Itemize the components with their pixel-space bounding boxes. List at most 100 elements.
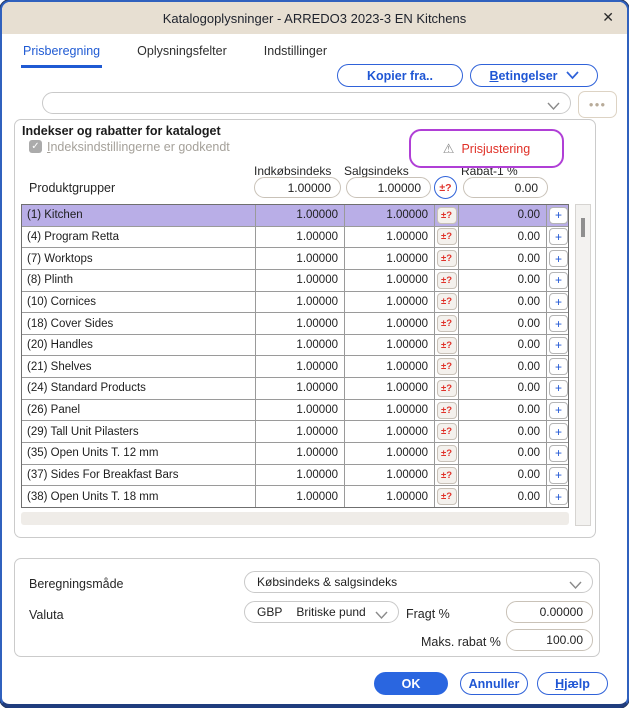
row-rabat[interactable]: 0.00 (459, 270, 547, 291)
row-rabat[interactable]: 0.00 (459, 486, 547, 507)
row-rabat[interactable]: 0.00 (459, 248, 547, 269)
row-rabat[interactable]: 0.00 (459, 313, 547, 334)
table-row[interactable]: (29) Tall Unit Pilasters 1.00000 1.00000… (22, 421, 568, 443)
row-sales-index[interactable]: 1.00000 (345, 400, 435, 421)
row-plus-minus-button[interactable]: ±? (437, 228, 457, 245)
row-sales-index[interactable]: 1.00000 (345, 486, 435, 507)
table-row[interactable]: (1) Kitchen 1.00000 1.00000 ±? 0.00 + (22, 205, 568, 227)
row-add-button[interactable]: + (549, 445, 568, 462)
row-plus-minus-button[interactable]: ±? (437, 272, 457, 289)
ok-button[interactable]: OK (374, 672, 448, 695)
row-purchase-index[interactable]: 1.00000 (256, 421, 345, 442)
table-row[interactable]: (24) Standard Products 1.00000 1.00000 ±… (22, 378, 568, 400)
row-sales-index[interactable]: 1.00000 (345, 205, 435, 226)
row-sales-index[interactable]: 1.00000 (345, 421, 435, 442)
approved-checkbox[interactable]: ✓ (29, 140, 42, 153)
row-rabat[interactable]: 0.00 (459, 356, 547, 377)
row-plus-minus-button[interactable]: ±? (437, 293, 457, 310)
row-plus-minus-button[interactable]: ±? (437, 423, 457, 440)
row-rabat[interactable]: 0.00 (459, 205, 547, 226)
table-row[interactable]: (37) Sides For Breakfast Bars 1.00000 1.… (22, 465, 568, 487)
row-sales-index[interactable]: 1.00000 (345, 335, 435, 356)
horizontal-scrollbar[interactable] (21, 512, 569, 525)
tab-prisberegning[interactable]: Prisberegning (21, 44, 102, 68)
row-purchase-index[interactable]: 1.00000 (256, 378, 345, 399)
row-sales-index[interactable]: 1.00000 (345, 270, 435, 291)
group-plus-minus-button[interactable]: ±? (434, 176, 457, 199)
group-rabat-input[interactable]: 0.00 (463, 177, 548, 198)
row-add-button[interactable]: + (549, 358, 568, 375)
group-purchase-index-input[interactable]: 1.00000 (254, 177, 341, 198)
row-sales-index[interactable]: 1.00000 (345, 465, 435, 486)
row-purchase-index[interactable]: 1.00000 (256, 486, 345, 507)
row-rabat[interactable]: 0.00 (459, 465, 547, 486)
tab-indstillinger[interactable]: Indstillinger (262, 44, 329, 68)
row-sales-index[interactable]: 1.00000 (345, 227, 435, 248)
row-purchase-index[interactable]: 1.00000 (256, 313, 345, 334)
row-rabat[interactable]: 0.00 (459, 443, 547, 464)
row-purchase-index[interactable]: 1.00000 (256, 443, 345, 464)
row-plus-minus-button[interactable]: ±? (437, 402, 457, 419)
row-purchase-index[interactable]: 1.00000 (256, 270, 345, 291)
table-row[interactable]: (18) Cover Sides 1.00000 1.00000 ±? 0.00… (22, 313, 568, 335)
row-rabat[interactable]: 0.00 (459, 400, 547, 421)
currency-select[interactable]: GBP Britiske pund (244, 601, 399, 623)
row-add-button[interactable]: + (549, 293, 568, 310)
catalog-select[interactable] (42, 92, 571, 114)
row-plus-minus-button[interactable]: ±? (437, 315, 457, 332)
scrollbar-thumb[interactable] (581, 218, 585, 237)
row-rabat[interactable]: 0.00 (459, 292, 547, 313)
table-row[interactable]: (21) Shelves 1.00000 1.00000 ±? 0.00 + (22, 356, 568, 378)
row-add-button[interactable]: + (549, 488, 568, 505)
table-row[interactable]: (35) Open Units T. 12 mm 1.00000 1.00000… (22, 443, 568, 465)
freight-input[interactable]: 0.00000 (506, 601, 593, 623)
row-purchase-index[interactable]: 1.00000 (256, 335, 345, 356)
row-purchase-index[interactable]: 1.00000 (256, 227, 345, 248)
row-plus-minus-button[interactable]: ±? (437, 488, 457, 505)
table-row[interactable]: (20) Handles 1.00000 1.00000 ±? 0.00 + (22, 335, 568, 357)
row-plus-minus-button[interactable]: ±? (437, 337, 457, 354)
row-purchase-index[interactable]: 1.00000 (256, 248, 345, 269)
table-row[interactable]: (7) Worktops 1.00000 1.00000 ±? 0.00 + (22, 248, 568, 270)
close-icon[interactable]: ✕ (602, 9, 614, 25)
table-row[interactable]: (4) Program Retta 1.00000 1.00000 ±? 0.0… (22, 227, 568, 249)
row-purchase-index[interactable]: 1.00000 (256, 205, 345, 226)
row-plus-minus-button[interactable]: ±? (437, 250, 457, 267)
row-sales-index[interactable]: 1.00000 (345, 313, 435, 334)
table-row[interactable]: (38) Open Units T. 18 mm 1.00000 1.00000… (22, 486, 568, 507)
cancel-button[interactable]: Annuller (460, 672, 528, 695)
row-plus-minus-button[interactable]: ±? (437, 207, 457, 224)
row-sales-index[interactable]: 1.00000 (345, 292, 435, 313)
row-plus-minus-button[interactable]: ±? (437, 445, 457, 462)
row-rabat[interactable]: 0.00 (459, 335, 547, 356)
table-row[interactable]: (10) Cornices 1.00000 1.00000 ±? 0.00 + (22, 292, 568, 314)
row-plus-minus-button[interactable]: ±? (437, 380, 457, 397)
row-rabat[interactable]: 0.00 (459, 227, 547, 248)
tab-oplysningsfelter[interactable]: Oplysningsfelter (135, 44, 229, 68)
row-add-button[interactable]: + (549, 467, 568, 484)
conditions-button[interactable]: Betingelser (470, 64, 598, 87)
row-plus-minus-button[interactable]: ±? (437, 358, 457, 375)
help-button[interactable]: Hjælp (537, 672, 608, 695)
row-purchase-index[interactable]: 1.00000 (256, 356, 345, 377)
more-options-button[interactable]: ●●● (578, 91, 617, 118)
row-rabat[interactable]: 0.00 (459, 421, 547, 442)
row-plus-minus-button[interactable]: ±? (437, 467, 457, 484)
row-add-button[interactable]: + (549, 250, 568, 267)
row-add-button[interactable]: + (549, 402, 568, 419)
row-add-button[interactable]: + (549, 272, 568, 289)
row-purchase-index[interactable]: 1.00000 (256, 292, 345, 313)
vertical-scrollbar[interactable] (575, 204, 591, 526)
row-add-button[interactable]: + (549, 423, 568, 440)
row-purchase-index[interactable]: 1.00000 (256, 400, 345, 421)
row-sales-index[interactable]: 1.00000 (345, 378, 435, 399)
row-rabat[interactable]: 0.00 (459, 378, 547, 399)
row-purchase-index[interactable]: 1.00000 (256, 465, 345, 486)
row-add-button[interactable]: + (549, 315, 568, 332)
row-add-button[interactable]: + (549, 380, 568, 397)
calculation-method-select[interactable]: Købsindeks & salgsindeks (244, 571, 593, 593)
table-row[interactable]: (26) Panel 1.00000 1.00000 ±? 0.00 + (22, 400, 568, 422)
row-add-button[interactable]: + (549, 337, 568, 354)
row-sales-index[interactable]: 1.00000 (345, 248, 435, 269)
row-sales-index[interactable]: 1.00000 (345, 443, 435, 464)
